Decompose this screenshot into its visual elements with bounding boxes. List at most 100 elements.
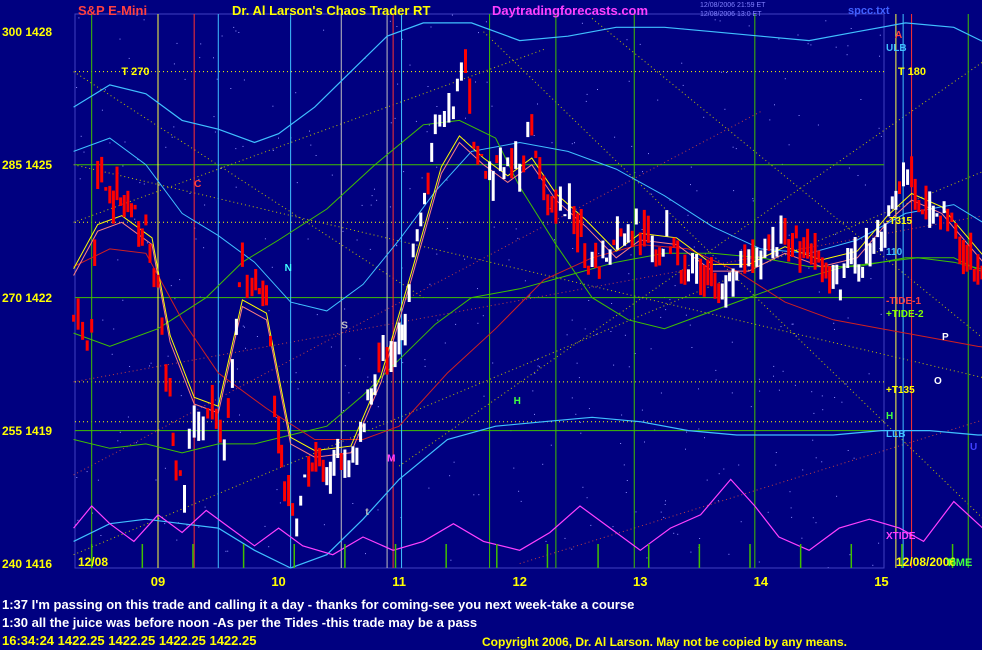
star-dot bbox=[409, 64, 411, 66]
price-bar bbox=[917, 200, 921, 213]
price-bar bbox=[381, 335, 385, 361]
star-dot bbox=[660, 511, 662, 513]
star-dot bbox=[278, 137, 279, 139]
price-bar bbox=[579, 209, 583, 237]
star-dot bbox=[139, 182, 141, 184]
star-dot bbox=[812, 439, 814, 441]
star-dot bbox=[566, 334, 568, 336]
price-bar bbox=[133, 204, 137, 210]
price-bar bbox=[661, 248, 665, 257]
star-dot bbox=[807, 43, 809, 45]
star-dot bbox=[483, 395, 485, 397]
short-average-yellow-line bbox=[73, 135, 982, 452]
price-bar bbox=[920, 209, 924, 215]
price-bar bbox=[798, 241, 802, 273]
star-dot bbox=[878, 542, 880, 544]
price-bar bbox=[468, 78, 472, 114]
star-dot bbox=[176, 539, 178, 541]
star-dot bbox=[491, 105, 493, 107]
price-bar bbox=[928, 191, 932, 228]
long-average-line bbox=[73, 119, 982, 347]
star-dot bbox=[685, 448, 686, 450]
star-dot bbox=[738, 464, 740, 466]
star-dot bbox=[551, 142, 553, 144]
right-level-label: XTIDE bbox=[886, 530, 916, 542]
star-dot bbox=[316, 314, 318, 316]
price-bar bbox=[237, 282, 241, 288]
star-dot bbox=[586, 93, 588, 95]
price-bar bbox=[423, 192, 426, 205]
price-bar bbox=[605, 257, 608, 262]
price-bar bbox=[351, 446, 355, 463]
star-dot bbox=[485, 21, 487, 23]
star-dot bbox=[80, 135, 82, 137]
star-dot bbox=[344, 365, 346, 367]
star-dot bbox=[428, 124, 430, 126]
price-bar bbox=[295, 518, 299, 537]
star-dot bbox=[664, 504, 666, 505]
price-bar bbox=[679, 270, 683, 284]
price-bar bbox=[864, 227, 868, 264]
star-dot bbox=[539, 366, 540, 368]
star-dot bbox=[297, 388, 299, 390]
star-dot bbox=[113, 328, 115, 330]
site-link[interactable]: Daytradingforecasts.com bbox=[492, 3, 648, 18]
star-dots bbox=[75, 14, 882, 568]
star-dot bbox=[464, 258, 466, 260]
price-bar bbox=[419, 212, 423, 227]
price-bar bbox=[526, 121, 530, 138]
price-bar bbox=[654, 249, 658, 267]
price-bar bbox=[377, 342, 381, 373]
star-dot bbox=[586, 497, 588, 499]
price-bar bbox=[201, 416, 205, 441]
vertical-marker-label: T 180 bbox=[898, 66, 926, 78]
star-dot bbox=[775, 464, 777, 466]
star-dot bbox=[276, 489, 278, 491]
star-dot bbox=[778, 38, 780, 40]
price-bar bbox=[831, 264, 835, 289]
star-dot bbox=[127, 416, 129, 418]
star-dot bbox=[821, 461, 823, 463]
price-bar bbox=[362, 423, 366, 433]
price-bar bbox=[130, 203, 133, 218]
price-bar bbox=[876, 219, 880, 238]
star-dot bbox=[446, 179, 448, 181]
star-dot bbox=[879, 55, 880, 57]
star-dot bbox=[792, 323, 794, 325]
price-bar bbox=[187, 428, 191, 449]
chart-annotation: M bbox=[387, 454, 395, 465]
star-dot bbox=[690, 184, 691, 186]
star-dot bbox=[687, 214, 689, 216]
price-bar bbox=[849, 248, 853, 265]
price-bar bbox=[939, 215, 942, 230]
star-dot bbox=[369, 248, 371, 250]
right-level-label: ULB bbox=[886, 43, 907, 55]
price-bar bbox=[608, 249, 612, 265]
price-bar bbox=[576, 213, 580, 253]
star-dot bbox=[245, 347, 246, 349]
price-bar bbox=[472, 141, 476, 149]
star-dot bbox=[665, 309, 667, 311]
star-dot bbox=[528, 295, 530, 297]
price-bar bbox=[530, 114, 534, 136]
star-dot bbox=[243, 79, 245, 81]
star-dot bbox=[129, 366, 131, 367]
price-bar bbox=[665, 210, 669, 237]
star-dot bbox=[571, 319, 573, 321]
star-dot bbox=[478, 494, 480, 496]
price-bar bbox=[522, 155, 526, 173]
star-dot bbox=[673, 532, 675, 534]
star-dot bbox=[835, 233, 837, 235]
price-bar bbox=[619, 228, 623, 237]
star-dot bbox=[714, 19, 716, 21]
star-dot bbox=[272, 150, 274, 151]
price-bar bbox=[93, 239, 97, 266]
star-dot bbox=[610, 331, 612, 332]
star-dot bbox=[396, 245, 398, 247]
star-dot bbox=[449, 475, 451, 477]
star-dot bbox=[213, 116, 215, 118]
star-dot bbox=[611, 303, 613, 304]
price-bar bbox=[502, 167, 506, 179]
x-tick-label: 11 bbox=[392, 574, 406, 589]
star-dot bbox=[315, 155, 317, 156]
